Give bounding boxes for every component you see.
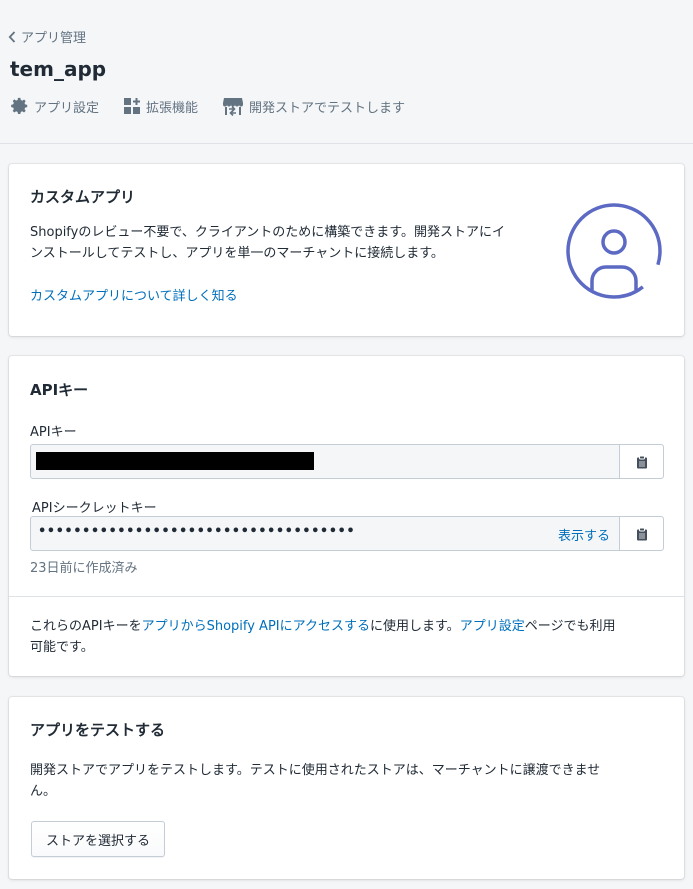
copy-api-secret-button[interactable]: [619, 517, 663, 550]
api-key-value-redacted: [36, 452, 314, 470]
test-app-description: 開発ストアでアプリをテストします。テストに使用されたストアは、マーチャントに譲渡…: [30, 760, 600, 802]
custom-app-description: Shopifyのレビュー不要で、クライアントのために構築できます。開発ストアにイ…: [30, 222, 505, 264]
test-app-title: アプリをテストする: [30, 721, 166, 739]
chevron-left-icon: [8, 30, 16, 43]
api-usage-note: これらのAPIキーをアプリからShopify APIにアクセスするに使用します。…: [30, 616, 615, 658]
app-settings-action[interactable]: アプリ設定: [11, 97, 99, 116]
header-actions: アプリ設定 拡張機能 開発ストアでテストします: [11, 96, 429, 116]
extensions-label: 拡張機能: [146, 100, 199, 116]
user-circle-icon: [565, 202, 663, 304]
test-dev-store-label: 開発ストアでテストします: [249, 100, 406, 116]
custom-app-title: カスタムアプリ: [30, 188, 136, 206]
app-settings-link[interactable]: アプリ設定: [460, 619, 525, 634]
api-usage-text-pre: これらのAPIキーを: [30, 619, 142, 634]
api-secret-masked-value: ••••••••••••••••••••••••••••••••••••: [38, 524, 356, 539]
api-secret-field[interactable]: •••••••••••••••••••••••••••••••••••• 表示す…: [30, 516, 664, 551]
show-secret-link[interactable]: 表示する: [558, 525, 610, 544]
test-app-card: アプリをテストする 開発ストアでアプリをテストします。テストに使用されたストアは…: [9, 697, 684, 879]
clipboard-icon: [636, 455, 647, 468]
gear-icon: [11, 97, 29, 115]
page-header: アプリ管理 tem_app アプリ設定 拡張機能 開発ストアでテストします: [0, 0, 693, 144]
api-secret-created: 23日前に作成済み: [30, 561, 138, 576]
breadcrumb-label: アプリ管理: [21, 31, 87, 46]
test-app-description-line1: 開発ストアでアプリをテストします。テストに使用されたストアは、マーチャントに譲渡…: [30, 763, 601, 778]
api-keys-title: APIキー: [30, 381, 89, 399]
api-usage-text-post: ページでも利用: [524, 619, 616, 634]
custom-app-description-line1: Shopifyのレビュー不要で、クライアントのために構築できます。開発ストアにイ: [30, 225, 506, 240]
access-shopify-api-link[interactable]: アプリからShopify APIにアクセスする: [142, 619, 370, 634]
clipboard-icon: [636, 527, 647, 540]
page-title: tem_app: [10, 57, 107, 81]
custom-app-description-line2: ンストールしてテストし、アプリを単一のマーチャントに接続します。: [30, 246, 444, 261]
breadcrumb[interactable]: アプリ管理: [8, 27, 86, 46]
test-dev-store-action[interactable]: 開発ストアでテストします: [222, 96, 405, 116]
store-icon: [222, 96, 244, 116]
select-store-button[interactable]: ストアを選択する: [31, 821, 166, 857]
api-usage-text-line2: 可能です。: [30, 640, 94, 655]
copy-api-key-button[interactable]: [619, 445, 663, 478]
api-key-field[interactable]: [30, 444, 664, 479]
card-divider: [9, 596, 684, 597]
api-usage-text-mid: に使用します。: [369, 619, 460, 634]
api-key-label: APIキー: [30, 425, 77, 440]
apps-icon: [123, 97, 141, 115]
custom-app-card: カスタムアプリ Shopifyのレビュー不要で、クライアントのために構築できます…: [9, 164, 684, 336]
extensions-action[interactable]: 拡張機能: [123, 97, 198, 116]
test-app-description-line2: ん。: [30, 784, 57, 799]
api-secret-label: APIシークレットキー: [32, 501, 157, 516]
custom-app-learn-more-link[interactable]: カスタムアプリについて詳しく知る: [30, 286, 238, 307]
api-keys-card: APIキー APIキー APIシークレットキー ••••••••••••••••…: [9, 356, 684, 676]
app-settings-label: アプリ設定: [34, 100, 100, 116]
